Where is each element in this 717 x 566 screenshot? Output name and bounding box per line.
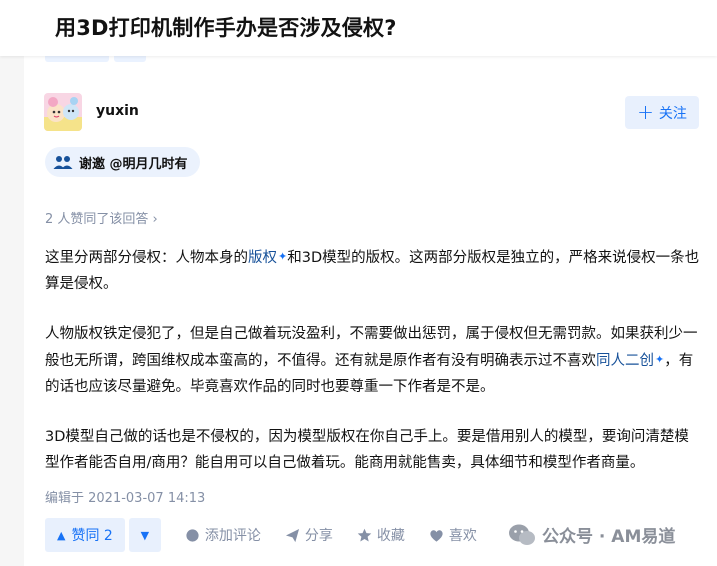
question-header: 用3D打印机制作手办是否涉及侵权? bbox=[0, 0, 717, 56]
comment-icon bbox=[186, 528, 199, 542]
upvote-label: 赞同 2 bbox=[71, 528, 113, 544]
upvote-button[interactable]: ▲ 赞同 2 bbox=[45, 518, 125, 552]
header-button-partial-2[interactable] bbox=[114, 56, 146, 62]
triangle-down-icon: ▼ bbox=[140, 528, 150, 542]
watermark-text: 公众号 · AM易道 bbox=[542, 527, 676, 547]
invite-badge[interactable]: 谢邀 @明月几时有 bbox=[45, 147, 200, 177]
follow-button[interactable]: + 关注 bbox=[625, 96, 699, 129]
wechat-icon bbox=[509, 524, 535, 545]
link-fan-creation[interactable]: 同人二创✦ bbox=[596, 353, 664, 369]
star-icon bbox=[357, 528, 372, 541]
comment-button[interactable]: 添加评论 bbox=[185, 525, 261, 545]
follow-label: 关注 bbox=[658, 105, 687, 122]
author-avatar[interactable] bbox=[44, 93, 82, 131]
invite-label: 谢邀 @明月几时有 bbox=[79, 156, 188, 172]
like-button[interactable]: 喜欢 bbox=[429, 525, 477, 545]
share-icon bbox=[285, 528, 299, 542]
plus-icon: + bbox=[637, 100, 654, 124]
heart-icon bbox=[430, 529, 443, 542]
question-title[interactable]: 用3D打印机制作手办是否涉及侵权? bbox=[55, 12, 397, 42]
sparkle-icon: ✦ bbox=[278, 250, 288, 263]
sparkle-icon: ✦ bbox=[655, 353, 665, 366]
paragraph-3: 3D模型自己做的话也是不侵权的，因为模型版权在你自己手上。要是借用别人的模型，要… bbox=[45, 429, 689, 471]
paragraph-1: 这里分两部分侵权：人物本身的版权✦和3D模型的版权。这两部分版权是独立的，严格来… bbox=[45, 250, 700, 292]
edit-time[interactable]: 编辑于 2021-03-07 14:13 bbox=[45, 487, 205, 506]
watermark: 公众号 · AM易道 bbox=[508, 522, 675, 547]
action-bar: ▲ 赞同 2 ▼ 添加评论 分享 收藏 喜欢 bbox=[45, 518, 477, 552]
answer-card: yuxin + 关注 谢邀 @明月几时有 2 人赞同了该回答 › 这里分两部分侵… bbox=[24, 56, 717, 566]
author-name[interactable]: yuxin bbox=[96, 103, 139, 119]
share-button[interactable]: 分享 bbox=[285, 525, 333, 545]
people-icon bbox=[53, 156, 73, 169]
link-copyright[interactable]: 版权✦ bbox=[248, 250, 287, 266]
paragraph-2: 人物版权铁定侵犯了，但是自己做着玩没盈利，不需要做出惩罚，属于侵权但无需罚款。如… bbox=[45, 326, 698, 395]
triangle-up-icon: ▲ bbox=[57, 528, 66, 542]
cartoon-avatar-icon bbox=[44, 93, 82, 131]
answer-content: 这里分两部分侵权：人物本身的版权✦和3D模型的版权。这两部分版权是独立的，严格来… bbox=[45, 244, 700, 500]
header-button-partial[interactable] bbox=[45, 56, 109, 62]
upvote-summary[interactable]: 2 人赞同了该回答 › bbox=[45, 208, 158, 227]
downvote-button[interactable]: ▼ bbox=[128, 518, 161, 552]
collect-button[interactable]: 收藏 bbox=[357, 525, 405, 545]
